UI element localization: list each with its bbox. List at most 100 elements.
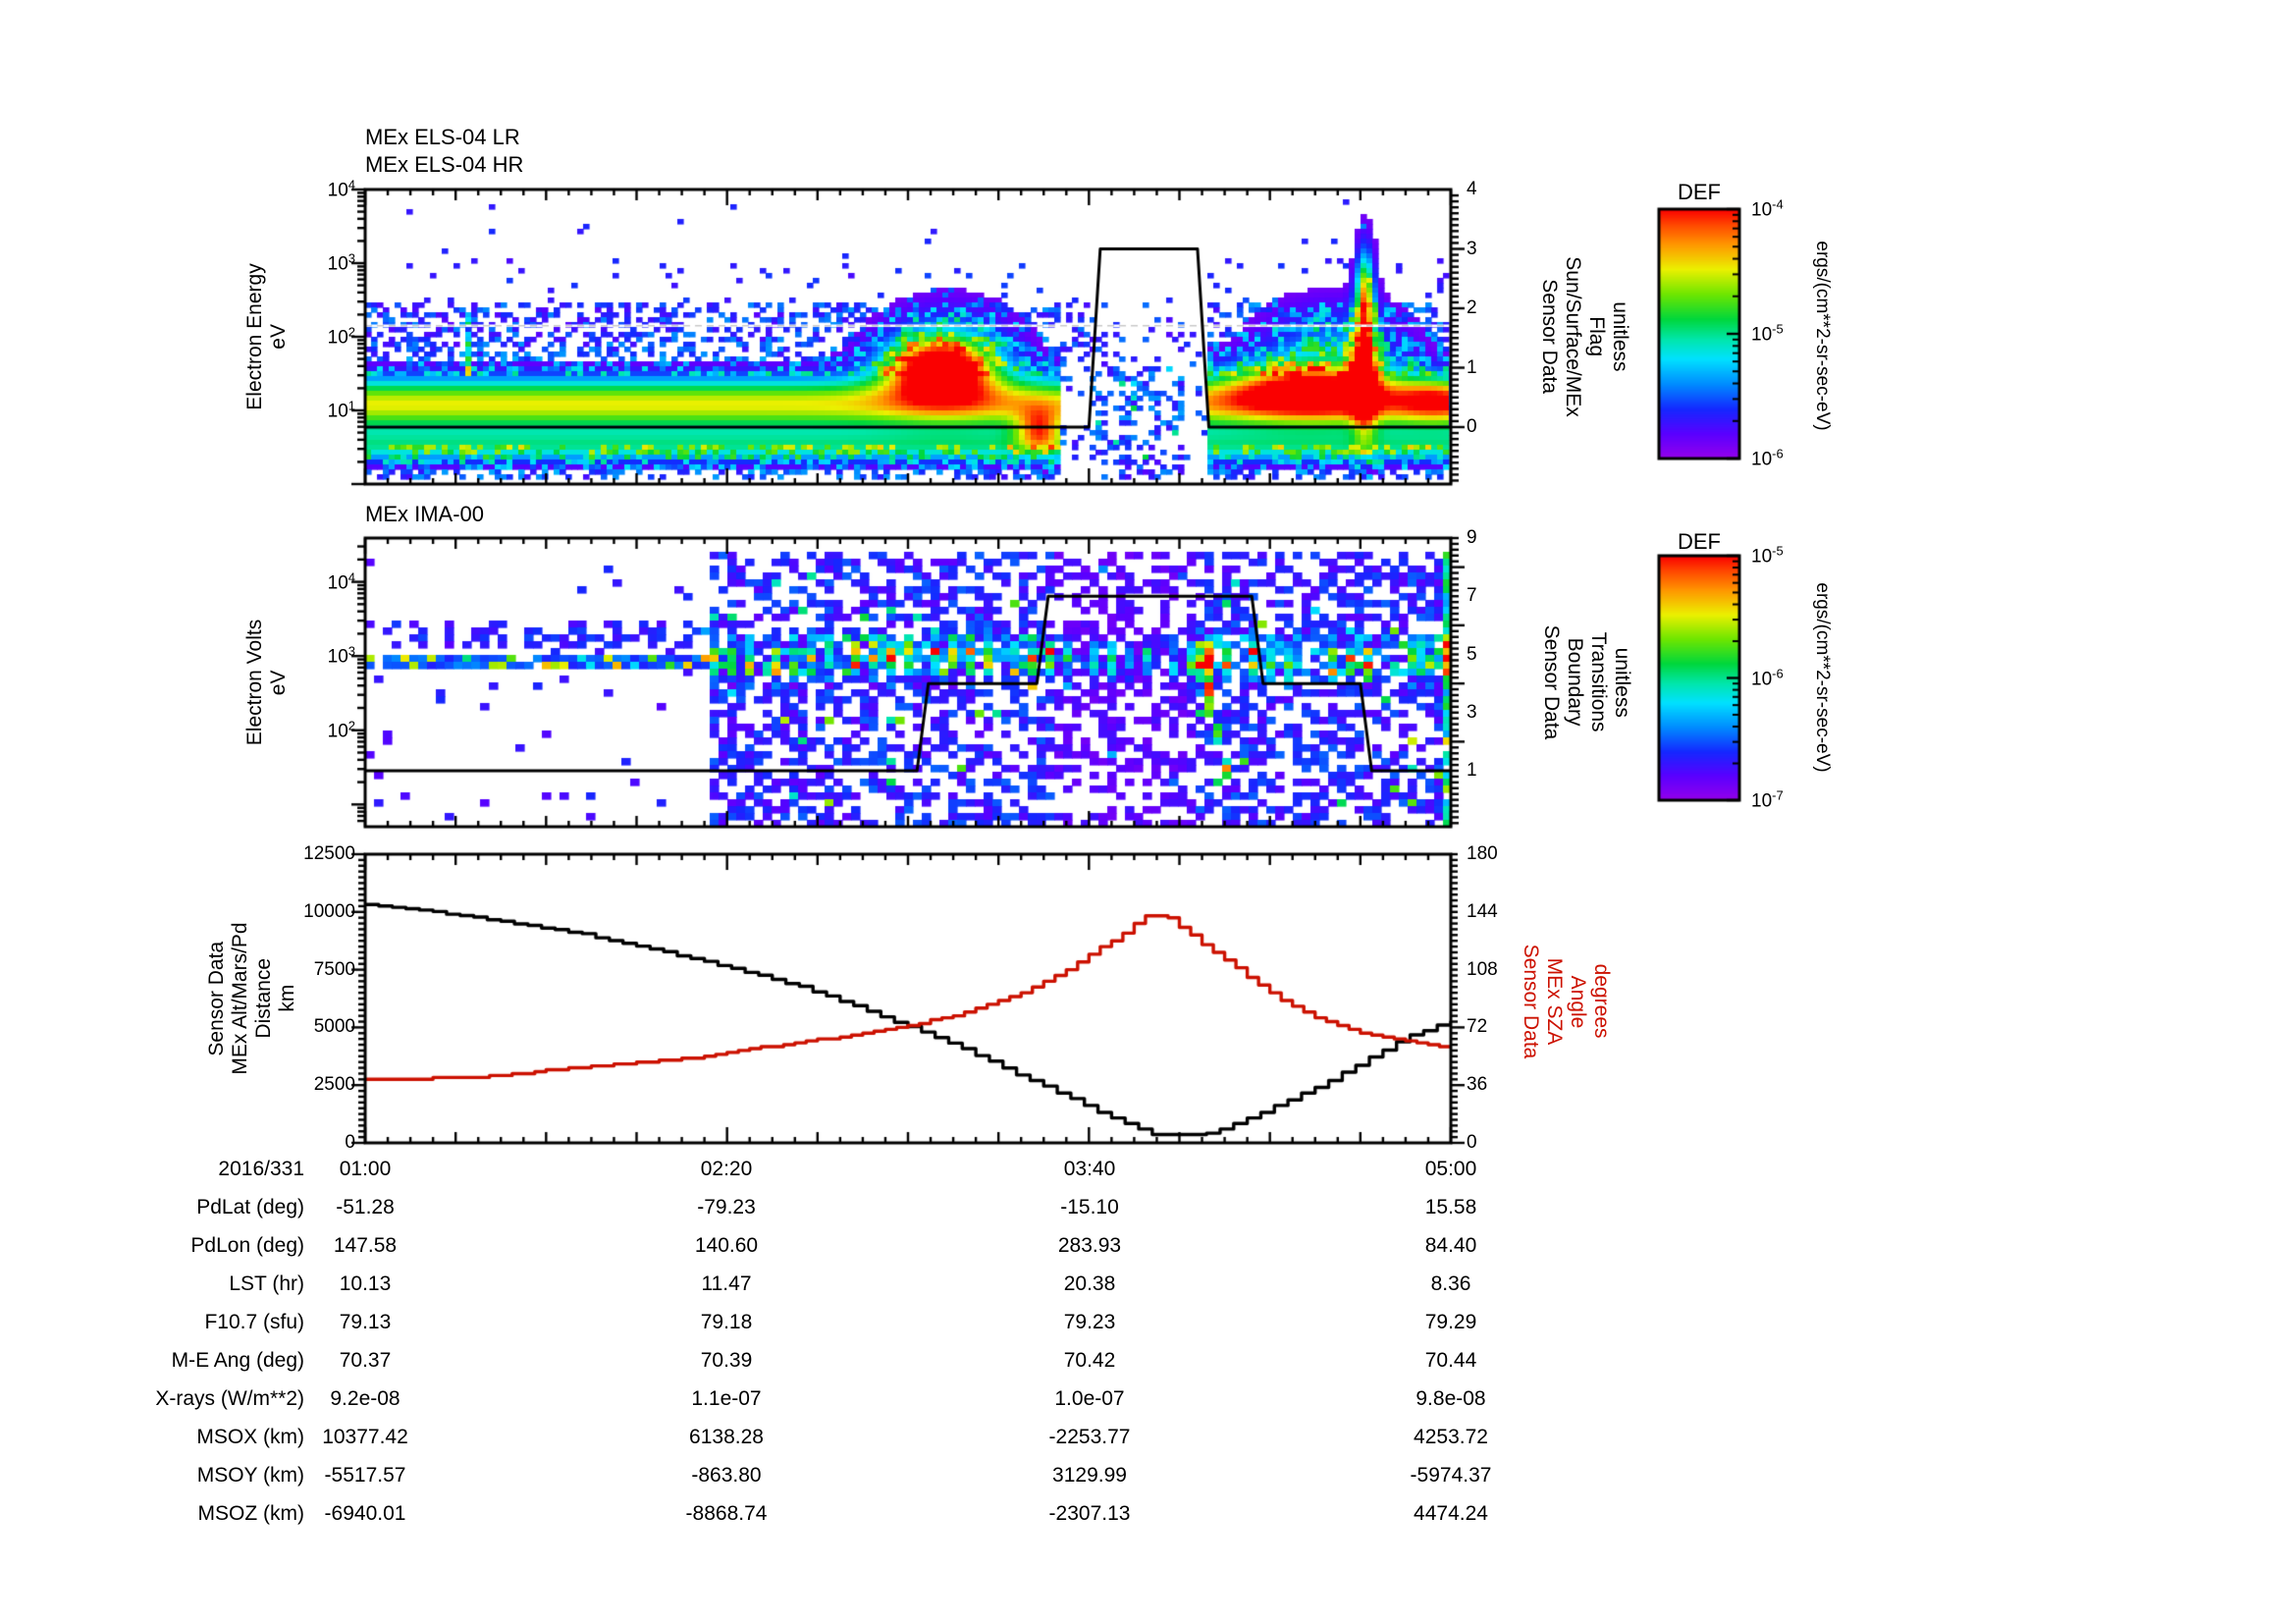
els-y-axis-label: Electron Energy eV [243, 263, 291, 409]
table-cell-value: 4253.72 [1414, 1425, 1488, 1448]
plots-canvas [0, 0, 2296, 1623]
els-title-lr: MEx ELS-04 LR [365, 125, 520, 149]
tick-label-exponent: -5 [1772, 543, 1784, 559]
tick-label-exponent: -5 [1772, 321, 1784, 337]
table-cell-value: -15.10 [1060, 1195, 1119, 1218]
table-cell-value: 03:40 [1063, 1157, 1116, 1180]
tick-label-base: 10 [327, 401, 348, 422]
els-y-axis-line: eV [267, 324, 290, 350]
colorbar1-tick-label: 10-5 [1751, 322, 1784, 345]
table-cell-value: 10.13 [339, 1271, 392, 1295]
tick-label-exponent: 1 [347, 398, 355, 413]
els-title-hr: MEx ELS-04 HR [365, 152, 524, 177]
table-row-label: 2016/331 [218, 1157, 304, 1180]
ima-right-axis-line: Transitions [1587, 632, 1610, 732]
colorbar2-tick-label: 10-7 [1751, 788, 1784, 811]
tick-label-base: 10 [327, 327, 348, 349]
table-row-label: X-rays (W/m**2) [155, 1386, 304, 1410]
tick-label-base: 10 [1751, 449, 1773, 470]
tick-label-exponent: -7 [1772, 787, 1784, 803]
els-right-axis-line: Sun/Surface/MEx [1562, 256, 1584, 417]
ts-y-axis-line: Sensor Data [205, 941, 228, 1056]
tick-label-base: 10 [1751, 324, 1773, 346]
colorbar2-tick-label: 10-5 [1751, 544, 1784, 567]
table-cell-value: 79.29 [1424, 1310, 1477, 1333]
els-ytick-label: 104 [328, 178, 355, 200]
ts-right-tick-label: 72 [1467, 1016, 1488, 1038]
colorbar2-title: DEF [1678, 529, 1721, 554]
tick-label-exponent: -4 [1772, 196, 1784, 212]
ts-right-tick-label: 180 [1467, 843, 1498, 865]
ima-ytick-label: 102 [328, 719, 355, 741]
els-y-axis-line: Electron Energy [243, 263, 266, 410]
table-cell-value: 84.40 [1424, 1233, 1477, 1257]
table-cell-value: -2253.77 [1048, 1425, 1131, 1448]
table-cell-value: 6138.28 [689, 1425, 764, 1448]
ima-right-axis-label: Sensor Data Boundary Transitions unitless [1539, 625, 1633, 740]
colorbar2-tick-label: 10-6 [1751, 667, 1784, 689]
table-cell-value: 9.2e-08 [330, 1386, 400, 1410]
tick-label-exponent: 3 [347, 643, 355, 659]
tick-label-base: 10 [327, 721, 348, 742]
tick-label-exponent: 4 [347, 177, 355, 192]
ima-right-tick-label: 9 [1467, 527, 1477, 549]
ima-right-axis-line: Sensor Data [1540, 624, 1563, 740]
table-cell-value: 70.42 [1063, 1348, 1116, 1372]
tick-label-exponent: 2 [347, 324, 355, 340]
table-cell-value: 9.8e-08 [1415, 1386, 1486, 1410]
ima-y-axis-line: Electron Volts [243, 619, 266, 746]
table-cell-value: -863.80 [691, 1463, 762, 1487]
table-cell-value: -5517.57 [324, 1463, 406, 1487]
els-right-axis-label: Sensor Data Sun/Surface/MEx Flag unitless [1537, 256, 1631, 416]
els-right-axis-line: Flag [1585, 316, 1608, 357]
els-right-tick-label: 4 [1467, 179, 1477, 200]
table-cell-value: 01:00 [339, 1157, 392, 1180]
els-right-tick-label: 0 [1467, 416, 1477, 438]
ts-right-tick-label: 108 [1467, 958, 1498, 980]
table-cell-value: 10377.42 [322, 1425, 408, 1448]
table-row-label: MSOZ (km) [197, 1501, 304, 1525]
ima-y-axis-line: eV [267, 670, 290, 695]
ts-right-axis-label: Sensor Data MEx SZA Angle degrees [1519, 945, 1613, 1059]
ts-right-tick-label: 36 [1467, 1074, 1488, 1096]
table-cell-value: -79.23 [697, 1195, 756, 1218]
ts-ytick-label: 7500 [313, 958, 355, 980]
colorbar1-tick-label: 10-6 [1751, 447, 1784, 469]
ima-y-axis-label: Electron Volts eV [243, 620, 291, 745]
table-row-label: LST (hr) [229, 1271, 304, 1295]
ima-title: MEx IMA-00 [365, 502, 485, 526]
ima-ytick-label: 103 [328, 643, 355, 668]
table-cell-value: 79.13 [339, 1310, 392, 1333]
ts-y-axis-line: MEx Alt/Mars/Pd [229, 922, 251, 1075]
ts-right-tick-label: 144 [1467, 900, 1498, 922]
colorbar1-unit-label: ergs/(cm**2-sr-sec-eV) [1812, 241, 1833, 431]
els-ytick-label: 101 [328, 399, 355, 421]
table-cell-value: 79.18 [700, 1310, 753, 1333]
table-cell-value: 15.58 [1424, 1195, 1477, 1218]
ts-ytick-label: 10000 [303, 900, 355, 922]
els-right-tick-label: 3 [1467, 238, 1477, 259]
table-cell-value: 8.36 [1430, 1271, 1471, 1295]
ts-ytick-label: 12500 [303, 843, 355, 865]
table-cell-value: 70.37 [339, 1348, 392, 1372]
table-cell-value: 20.38 [1063, 1271, 1116, 1295]
table-cell-value: -6940.01 [324, 1501, 406, 1525]
ima-right-tick-label: 5 [1467, 643, 1477, 665]
ts-y-axis-line: Distance [252, 958, 275, 1039]
ima-right-axis-line: unitless [1611, 647, 1633, 718]
ima-right-tick-label: 1 [1467, 760, 1477, 782]
ts-y-axis-label: Sensor Data MEx Alt/Mars/Pd Distance km [205, 922, 299, 1074]
els-right-tick-label: 2 [1467, 298, 1477, 319]
tick-label-base: 10 [1751, 199, 1773, 221]
table-row-label: PdLat (deg) [196, 1195, 304, 1218]
table-row-label: M-E Ang (deg) [171, 1348, 304, 1372]
table-cell-value: 79.23 [1063, 1310, 1116, 1333]
ts-right-tick-label: 0 [1467, 1132, 1477, 1154]
table-cell-value: 11.47 [701, 1271, 752, 1295]
ts-ytick-label: 5000 [313, 1016, 355, 1038]
table-cell-value: -2307.13 [1048, 1501, 1131, 1525]
ts-right-axis-line: Sensor Data [1520, 944, 1542, 1059]
science-figure: MEx ELS-04 LR MEx ELS-04 HR MEx IMA-00 E… [0, 0, 2296, 1623]
table-cell-value: 1.0e-07 [1054, 1386, 1125, 1410]
tick-label-exponent: -6 [1772, 446, 1784, 461]
